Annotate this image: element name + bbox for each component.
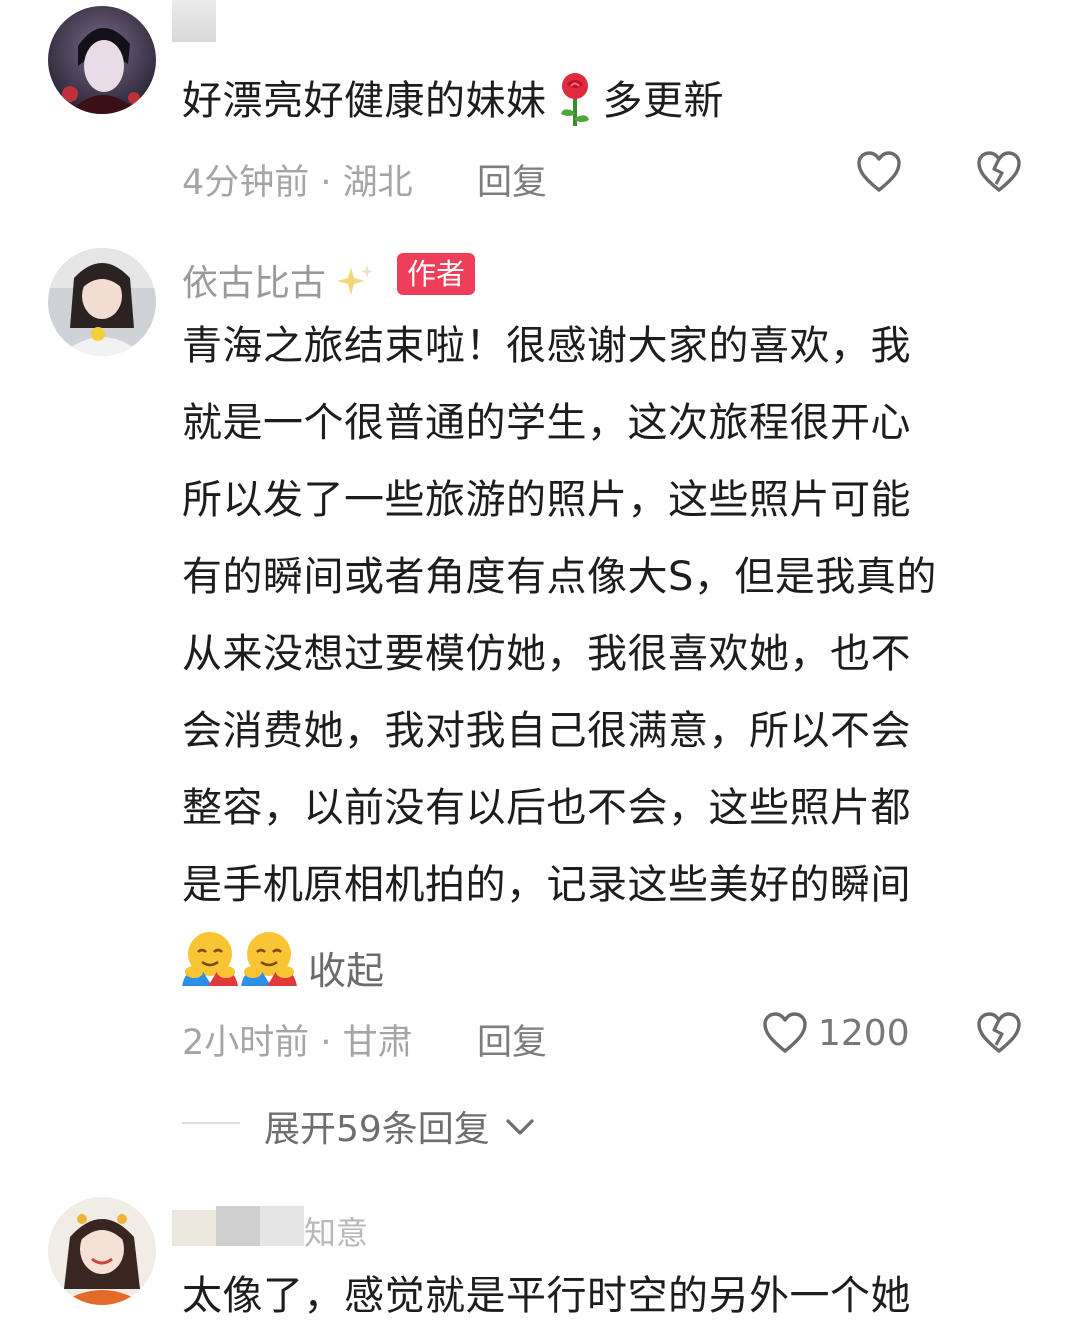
comment-time-location: 2小时前 · 甘肃 bbox=[182, 1023, 413, 1063]
comment-line: 是手机原相机拍的，记录这些美好的瞬间 bbox=[182, 862, 911, 908]
username-redacted bbox=[172, 1210, 216, 1246]
like-heart-icon[interactable] bbox=[856, 150, 902, 198]
reply-button[interactable]: 回复 bbox=[477, 154, 547, 205]
comment-line: 会消费她，我对我自己很满意，所以不会 bbox=[182, 708, 911, 754]
hug-emoji bbox=[241, 930, 297, 992]
comment-line: 就是一个很普通的学生，这次旅程很开心 bbox=[182, 400, 911, 446]
expand-divider bbox=[182, 1122, 240, 1124]
dislike-broken-heart-icon[interactable] bbox=[976, 1011, 1022, 1059]
comment-line: 青海之旅结束啦！很感谢大家的喜欢，我 bbox=[182, 323, 911, 369]
rose-emoji bbox=[553, 72, 597, 128]
username-redacted bbox=[216, 1206, 260, 1246]
username-redacted bbox=[260, 1206, 304, 1246]
username-redacted bbox=[172, 0, 216, 42]
username[interactable]: 知意 bbox=[304, 1208, 368, 1254]
username[interactable]: 依古比古 bbox=[182, 254, 375, 306]
like-heart-icon[interactable] bbox=[762, 1011, 808, 1059]
chevron-down-icon bbox=[505, 1105, 535, 1135]
comment-line: 有的瞬间或者角度有点像大S，但是我真的 bbox=[182, 554, 937, 600]
avatar[interactable] bbox=[48, 1197, 156, 1305]
avatar[interactable] bbox=[48, 6, 156, 114]
reply-button[interactable]: 回复 bbox=[477, 1014, 547, 1065]
expand-replies-button[interactable]: 展开59条回复 bbox=[264, 1100, 535, 1152]
comment-time-location: 4分钟前 · 湖北 bbox=[182, 163, 413, 203]
comment-text: 好漂亮好健康的妹妹 多更新 bbox=[182, 63, 724, 140]
comment-line: 整容，以前没有以后也不会，这些照片都 bbox=[182, 785, 911, 831]
comment-line: 从来没想过要模仿她，我很喜欢她，也不 bbox=[182, 631, 911, 677]
dislike-broken-heart-icon[interactable] bbox=[976, 150, 1022, 198]
collapse-button[interactable]: 收起 bbox=[308, 940, 384, 995]
comment-text: 太像了，感觉就是平行时空的另外一个她 bbox=[182, 1273, 911, 1319]
comment-line: 所以发了一些旅游的照片，这些照片可能 bbox=[182, 477, 911, 523]
author-badge: 作者 bbox=[397, 253, 476, 295]
like-count: 1200 bbox=[818, 1013, 910, 1054]
avatar[interactable] bbox=[48, 248, 156, 356]
sparkle-icon bbox=[337, 263, 375, 301]
hug-emoji bbox=[182, 930, 238, 992]
